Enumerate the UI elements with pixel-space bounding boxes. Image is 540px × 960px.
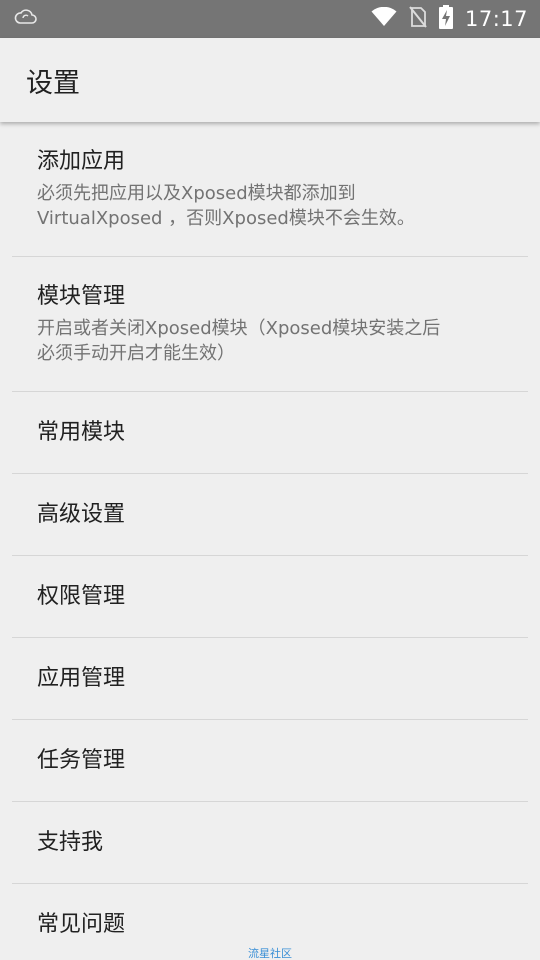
app-bar: 设置 [0, 38, 540, 122]
battery-charging-icon [438, 5, 453, 33]
settings-item-add-app[interactable]: 添加应用 必须先把应用以及Xposed模块都添加到 VirtualXposed … [12, 122, 528, 257]
watermark-text: 流星社区 [248, 947, 292, 960]
settings-item-title: 任务管理 [37, 747, 126, 773]
settings-item-title: 常见问题 [37, 912, 126, 937]
settings-item-description: 开启或者关闭Xposed模块（Xposed模块安装之后 必须手动开启才能生效） [37, 316, 528, 366]
settings-item-title: 高级设置 [37, 501, 126, 527]
settings-item-task-management[interactable]: 任务管理 [12, 720, 528, 802]
no-sim-icon [409, 6, 427, 32]
status-time: 17:17 [464, 7, 528, 31]
settings-list[interactable]: 添加应用 必须先把应用以及Xposed模块都添加到 VirtualXposed … [0, 122, 540, 960]
description-line: 必须先把应用以及Xposed模块都添加到 [37, 183, 356, 204]
settings-item-description: 必须先把应用以及Xposed模块都添加到 VirtualXposed ，否则Xp… [37, 181, 528, 231]
description-line: 必须手动开启才能生效） [37, 343, 235, 364]
settings-item-advanced-settings[interactable]: 高级设置 [12, 474, 528, 556]
settings-item-title: 支持我 [37, 829, 104, 855]
settings-item-support-me[interactable]: 支持我 [12, 802, 528, 884]
description-line: 开启或者关闭Xposed模块（Xposed模块安装之后 [37, 318, 441, 339]
settings-item-module-management[interactable]: 模块管理 开启或者关闭Xposed模块（Xposed模块安装之后 必须手动开启才… [12, 257, 528, 392]
cloud-notification-icon [14, 7, 38, 31]
description-line: VirtualXposed ，否则Xposed模块不会生效。 [37, 208, 415, 229]
settings-item-permission-management[interactable]: 权限管理 [12, 556, 528, 638]
settings-item-title: 权限管理 [37, 583, 126, 609]
wifi-icon [371, 6, 397, 31]
page-title: 设置 [26, 67, 80, 99]
settings-item-common-modules[interactable]: 常用模块 [12, 392, 528, 474]
settings-item-title: 模块管理 [37, 284, 126, 309]
settings-item-title: 添加应用 [37, 149, 126, 174]
status-bar: 17:17 [0, 0, 540, 38]
settings-item-app-management[interactable]: 应用管理 [12, 638, 528, 720]
settings-item-title: 常用模块 [37, 419, 126, 445]
settings-item-title: 应用管理 [37, 665, 126, 691]
